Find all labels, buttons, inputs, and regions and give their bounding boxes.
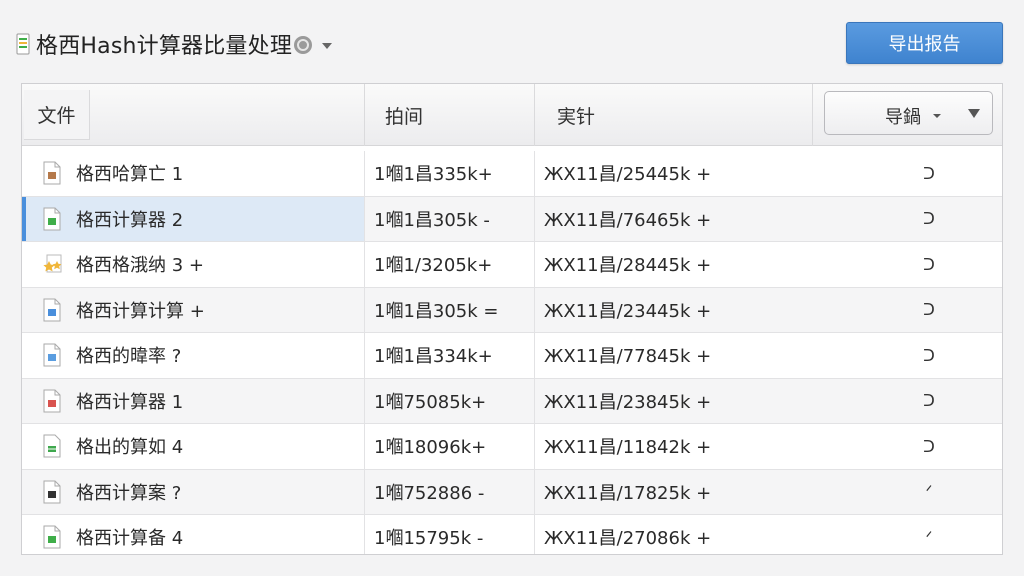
cell-time: 1嗰1昌305k - [365,196,535,241]
document-green-icon [42,207,62,231]
file-name: 格西的暐率 ? [76,346,182,368]
document-red-icon [42,389,62,413]
column-header-time[interactable]: 拍间 [365,84,535,146]
cell-time: 1嗰1昌305k = [365,287,535,332]
table-row[interactable]: 格西格涐纳 3 +1嗰1/3205k+ ЖX11昌/28445k + ᑐ [22,242,1002,288]
column-header-file[interactable]: 文件 [22,84,365,146]
settings-badge-icon[interactable] [294,36,313,54]
cell-file-name[interactable]: 格出的算如 4 [22,424,365,469]
cell-time: 1嗰752886 - [365,469,535,514]
table-body: 格西哈算亡 1 1嗰1昌335k+ ЖX11昌/25445k + ᑐ 格西计算器 2 1嗰… [22,151,1002,554]
app-file-icon [16,33,30,55]
cell-file-name[interactable]: 格西的暐率 ? [22,333,365,378]
table-row[interactable]: 格西的暐率 ? 1嗰1昌334k+ ЖX11昌/77845k + ᑐ [22,333,1002,379]
cell-file-name[interactable]: 格西格涐纳 3 + [22,242,365,287]
file-name: 格西计算计算 + [76,300,205,322]
cell-file-name[interactable]: 格西计算备 4 [22,515,365,554]
document-blue-icon [42,298,62,322]
table-row[interactable]: 格西计算计算 +1嗰1昌305k = ЖX11昌/23445k + ᑐ [22,287,1002,333]
cell-time: 1嗰1昌334k+ [365,333,535,378]
file-name: 格西计算器 1 [76,391,184,413]
export-report-button[interactable]: 导出报告 [846,22,1003,64]
small-caret-icon [933,114,941,118]
table-row[interactable]: 格西计算备 4 1嗰15795k - ЖX11昌/27086k + ᐟ [22,515,1002,554]
cell-time: 1嗰1/3205k+ [365,242,535,287]
table-row[interactable]: 格西计算器 2 1嗰1昌305k - ЖX11昌/76465k + ᑐ [22,196,1002,242]
spreadsheet-green-icon [42,434,62,458]
document-brown-icon [42,161,62,185]
document-dark-icon [42,480,62,504]
file-name: 格西计算器 2 [76,209,184,231]
dropdown-arrow-icon [968,109,980,118]
chevron-down-icon[interactable] [322,43,333,49]
table-row[interactable]: 格西计算器 1 1嗰75085k+ ЖX11昌/23845k + ᑐ [22,378,1002,424]
table-row[interactable]: 格出的算如 4 1嗰18096k+ ЖX11昌/11842k + ᑐ [22,424,1002,470]
row-checkbox[interactable]: ᑐ [914,424,944,469]
cell-time: 1嗰1昌335k+ [365,151,535,196]
row-checkbox[interactable]: ᑐ [914,288,944,333]
cell-time: 1嗰18096k+ [365,424,535,469]
file-name: 格西计算备 4 [76,528,184,550]
column-header-value[interactable]: 実针 [535,84,813,146]
cell-file-name[interactable]: 格西计算器 2 [22,196,365,241]
row-checkbox[interactable]: ᐟ [914,470,944,515]
file-name: 格西格涐纳 3 + [76,255,204,277]
star-icon [42,252,62,276]
cell-time: 1嗰15795k - [365,515,535,554]
cell-file-name[interactable]: 格西计算计算 + [22,287,365,332]
file-name: 格出的算如 4 [76,437,184,459]
cell-file-name[interactable]: 格西计算器 1 [22,378,365,423]
cell-file-name[interactable]: 格西计算案 ? [22,469,365,514]
navigation-select[interactable]: 导鍋 [824,91,993,135]
app-title: 格西Hash计算器比量处理 [36,34,293,59]
row-checkbox[interactable]: ᑐ [914,379,944,424]
row-checkbox[interactable]: ᑐ [914,242,944,287]
selection-marker [22,196,26,241]
table-row[interactable]: 格西计算案 ? 1嗰752886 - ЖX11昌/17825k + ᐟ [22,469,1002,515]
file-table: 文件 拍间 実针 导鍋 格西哈算亡 1 1嗰1昌335k+ ЖX11昌/25445k… [21,83,1003,555]
navigation-select-label: 导鍋 [885,107,921,128]
table-row[interactable]: 格西哈算亡 1 1嗰1昌335k+ ЖX11昌/25445k + ᑐ [22,151,1002,197]
row-checkbox[interactable]: ᑐ [914,333,944,378]
file-name: 格西计算案 ? [76,482,182,504]
table-header: 文件 拍间 実针 导鍋 [22,84,1002,146]
cell-time: 1嗰75085k+ [365,378,535,423]
row-checkbox[interactable]: ᑐ [914,151,944,196]
file-name: 格西哈算亡 1 [76,164,184,186]
row-checkbox[interactable]: ᐟ [914,515,944,554]
document-green-icon [42,525,62,549]
cell-file-name[interactable]: 格西哈算亡 1 [22,151,365,196]
column-header-file-label: 文件 [24,90,90,140]
app-window: 格西Hash计算器比量处理 导出报告 文件 拍间 実针 导鍋 格西哈算亡 1 1嗰… [0,0,1024,576]
row-checkbox[interactable]: ᑐ [914,197,944,242]
document-blue-icon [42,343,62,367]
